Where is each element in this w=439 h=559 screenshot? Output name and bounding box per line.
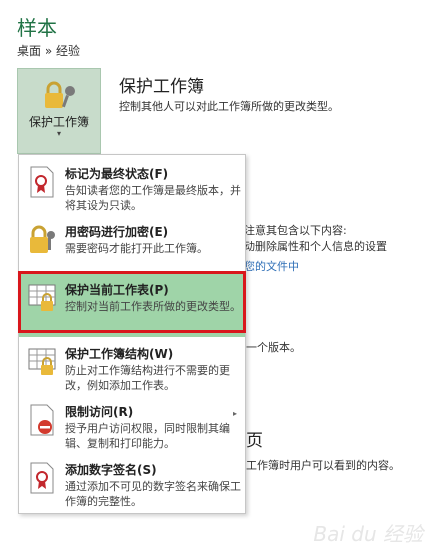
ribbon-document-icon	[30, 166, 54, 198]
menu-item-title: 限制访问(R)	[65, 405, 134, 419]
protect-workbook-button[interactable]: 保护工作簿 ▾	[17, 68, 101, 154]
menu-item-title: 添加数字签名(S)	[65, 463, 157, 477]
chevron-right-icon: ▸	[232, 409, 237, 418]
protect-workbook-menu: 标记为最终状态(F) 告知读者您的工作簿是最终版本，并将其设为只读。 用密码进行…	[18, 154, 246, 514]
watermark: Bai du 经验	[313, 522, 423, 546]
menu-item-subtitle: 授予用户访问权限，同时限制其编辑、复制和打印能力。	[65, 422, 230, 450]
menu-item-mark-final[interactable]: 标记为最终状态(F) 告知读者您的工作簿是最终版本，并将其设为只读。	[19, 157, 245, 221]
signature-ribbon-icon	[30, 462, 54, 494]
menu-item-subtitle: 需要密码才能打开此工作簿。	[65, 242, 208, 255]
lock-key-icon	[45, 81, 75, 108]
breadcrumb[interactable]: 桌面 » 经验	[17, 42, 80, 59]
workbook-lock-icon	[28, 348, 56, 375]
versions-text: 一个版本。	[246, 341, 301, 354]
menu-item-digital-signature[interactable]: 添加数字签名(S) 通过添加不可见的数字签名来确保工作簿的完整性。	[19, 453, 245, 517]
chevron-down-icon: ▾	[56, 129, 61, 138]
menu-item-restrict-access[interactable]: 限制访问(R) 授予用户访问权限，同时限制其编辑、复制和打印能力。 ▸	[19, 395, 245, 459]
menu-item-subtitle: 告知读者您的工作簿是最终版本，并将其设为只读。	[65, 184, 241, 212]
inspect-text-line1: 注意其包含以下内容:	[244, 224, 347, 237]
menu-item-title: 保护工作簿结构(W)	[65, 347, 174, 361]
page-title: 样本	[17, 16, 57, 40]
section-heading: 保护工作簿	[119, 77, 204, 97]
protect-workbook-label: 保护工作簿	[28, 115, 89, 129]
menu-item-title: 标记为最终状态(F)	[65, 167, 169, 181]
inspect-text-line2: 动删除属性和个人信息的设置	[244, 240, 387, 253]
browser-view-heading: 页	[246, 431, 263, 451]
menu-item-protect-structure[interactable]: 保护工作簿结构(W) 防止对工作簿结构进行不需要的更改，例如添加工作表。	[19, 337, 245, 401]
section-description: 控制其他人可以对此工作簿所做的更改类型。	[119, 100, 339, 113]
menu-item-encrypt-password[interactable]: 用密码进行加密(E) 需要密码才能打开此工作簿。	[19, 215, 245, 279]
inspect-link[interactable]: 您的文件中	[244, 258, 299, 274]
menu-item-subtitle: 防止对工作簿结构进行不需要的更改，例如添加工作表。	[65, 364, 230, 392]
menu-item-title: 用密码进行加密(E)	[65, 225, 169, 239]
selection-highlight-box	[18, 271, 246, 333]
menu-item-subtitle: 通过添加不可见的数字签名来确保工作簿的完整性。	[65, 480, 241, 508]
key-lock-icon	[30, 225, 55, 253]
browser-view-text: 工作簿时用户可以看到的内容。	[246, 459, 400, 472]
no-access-icon	[30, 404, 54, 436]
